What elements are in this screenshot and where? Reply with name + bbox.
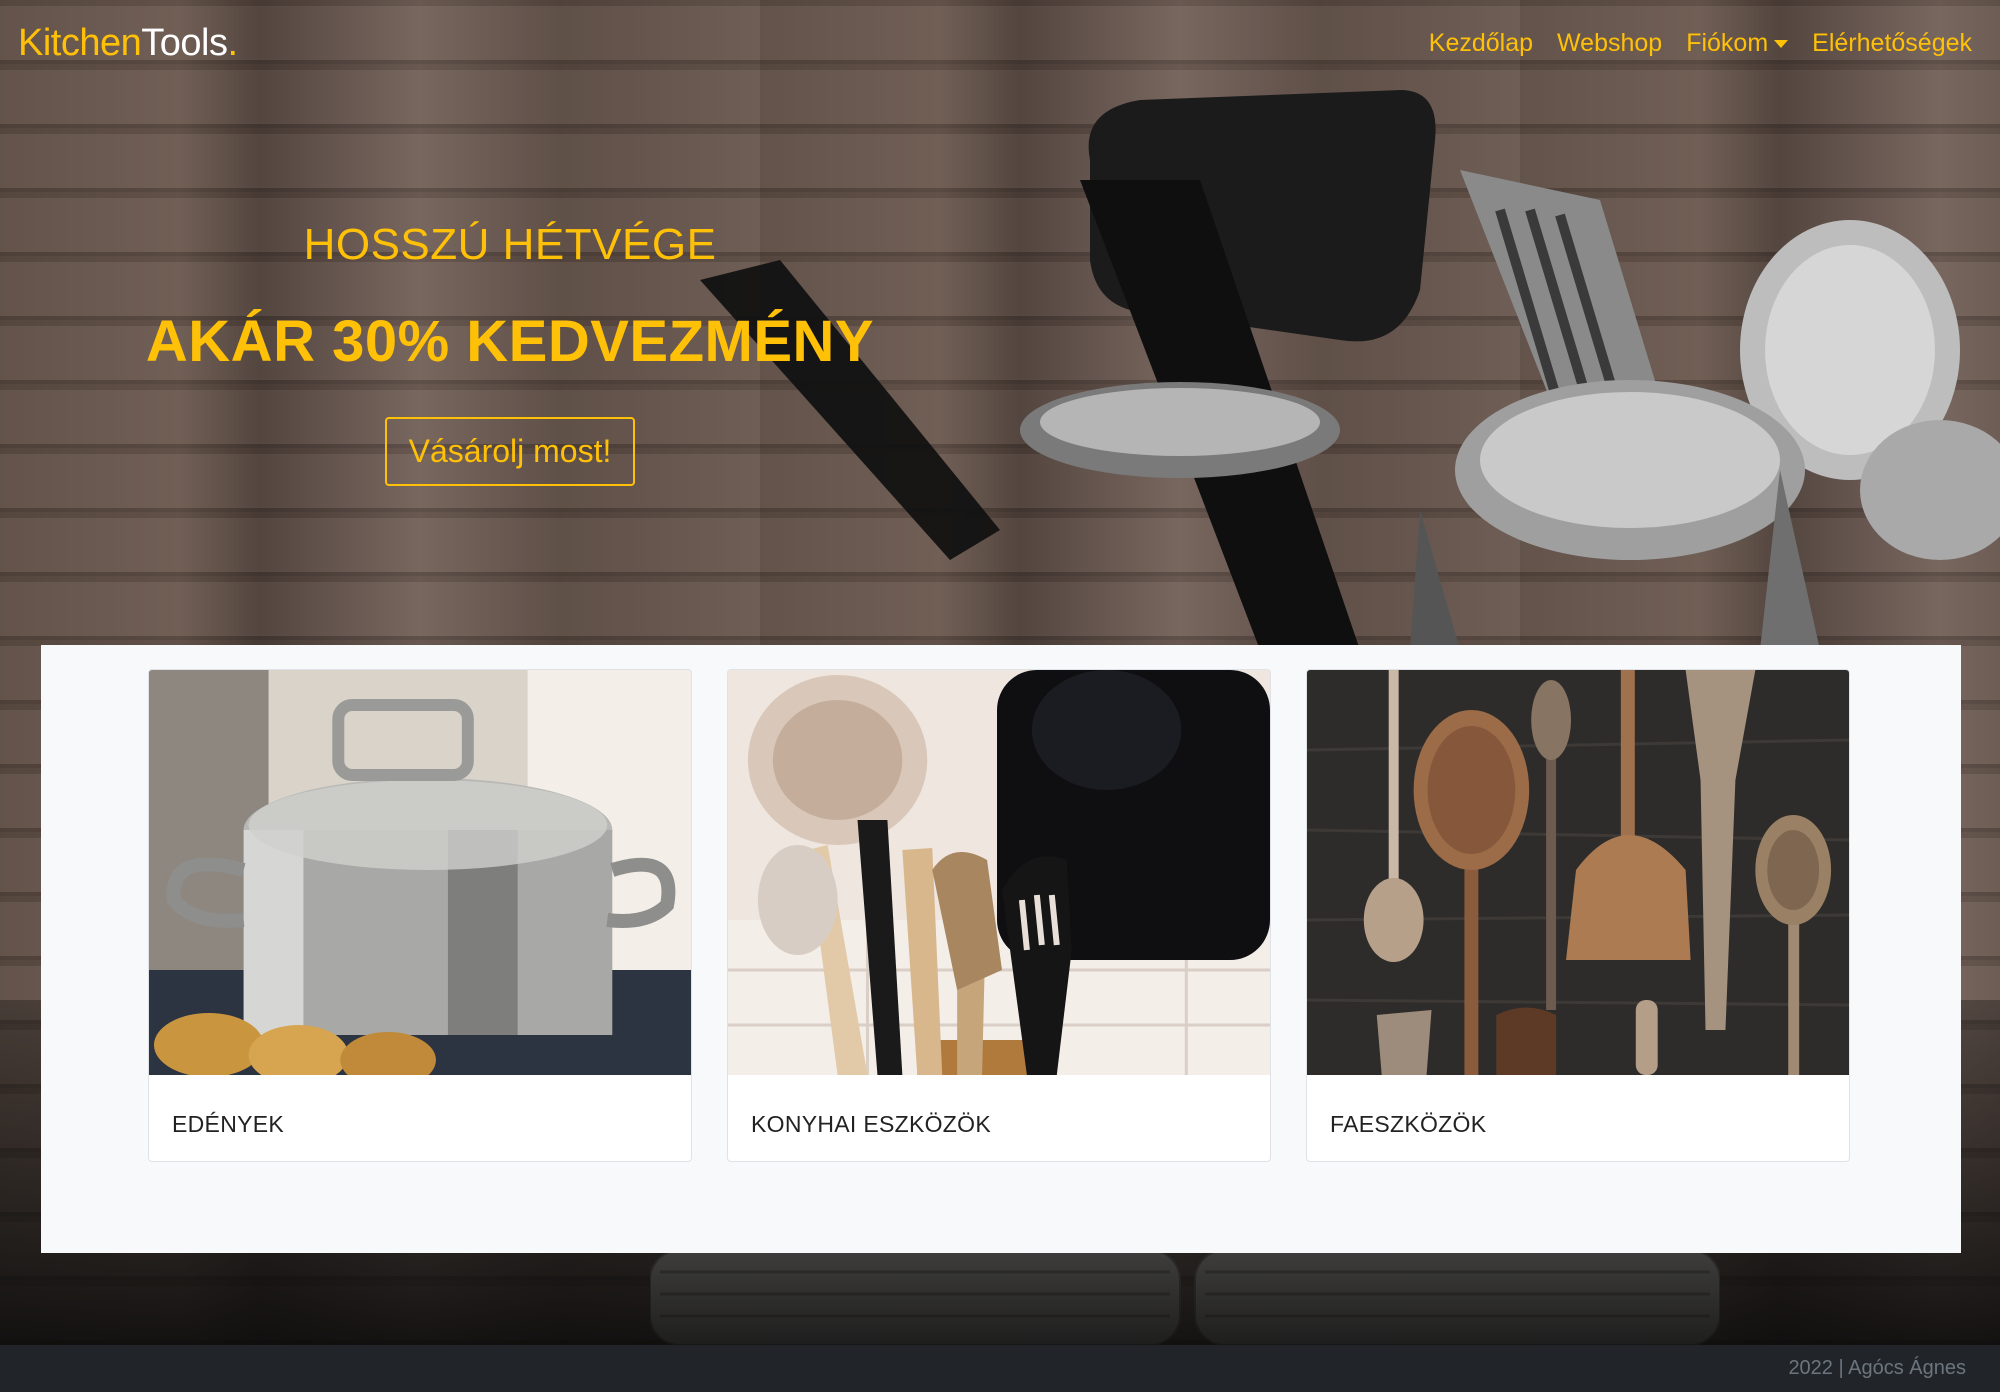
nav-menu: Kezdőlap Webshop Fiókom Elérhetőségek	[1429, 29, 1972, 58]
brand-part-kitchen: Kitchen	[18, 21, 142, 64]
card-body: EDÉNYEK	[149, 1080, 691, 1161]
nav-item-contact[interactable]: Elérhetőségek	[1812, 29, 1972, 58]
category-title: FAESZKÖZÖK	[1330, 1110, 1487, 1137]
nav-item-home[interactable]: Kezdőlap	[1429, 29, 1533, 58]
category-title: EDÉNYEK	[172, 1110, 285, 1137]
category-panel: EDÉNYEK KONYHAI ESZKÖZÖK FAESZKÖZÖK	[41, 645, 1961, 1253]
footer: 2022 | Agócs Ágnes	[0, 1345, 2000, 1392]
nav-item-webshop[interactable]: Webshop	[1557, 29, 1662, 58]
brand-part-tools: Tools	[141, 21, 228, 64]
hero-title: AKÁR 30% KEDVEZMÉNY	[145, 309, 875, 374]
pot-image	[149, 670, 691, 1088]
hero-section: HOSSZÚ HÉTVÉGE AKÁR 30% KEDVEZMÉNY Vásár…	[110, 220, 910, 486]
brand-dot: .	[227, 21, 238, 64]
kitchen-tools-image	[728, 670, 1270, 1075]
card-body: KONYHAI ESZKÖZÖK	[728, 1080, 1270, 1161]
navbar: KitchenTools. Kezdőlap Webshop Fiókom El…	[0, 0, 2000, 86]
shop-now-button[interactable]: Vásárolj most!	[384, 417, 636, 486]
brand-logo[interactable]: KitchenTools.	[18, 22, 238, 65]
nav-item-account-label: Fiókom	[1686, 28, 1769, 57]
card-body: FAESZKÖZÖK	[1307, 1080, 1849, 1161]
category-card-pots[interactable]: EDÉNYEK	[148, 669, 692, 1162]
nav-item-account-dropdown[interactable]: Fiókom	[1686, 28, 1789, 58]
wooden-tools-image	[1307, 670, 1849, 1075]
category-card-kitchen-tools[interactable]: KONYHAI ESZKÖZÖK	[727, 669, 1271, 1162]
category-title: KONYHAI ESZKÖZÖK	[751, 1110, 991, 1137]
footer-copyright: 2022 | Agócs Ágnes	[1788, 1357, 1966, 1379]
category-card-wooden-tools[interactable]: FAESZKÖZÖK	[1306, 669, 1850, 1162]
hero-subtitle: HOSSZÚ HÉTVÉGE	[303, 220, 717, 269]
caret-down-icon	[1774, 39, 1789, 48]
